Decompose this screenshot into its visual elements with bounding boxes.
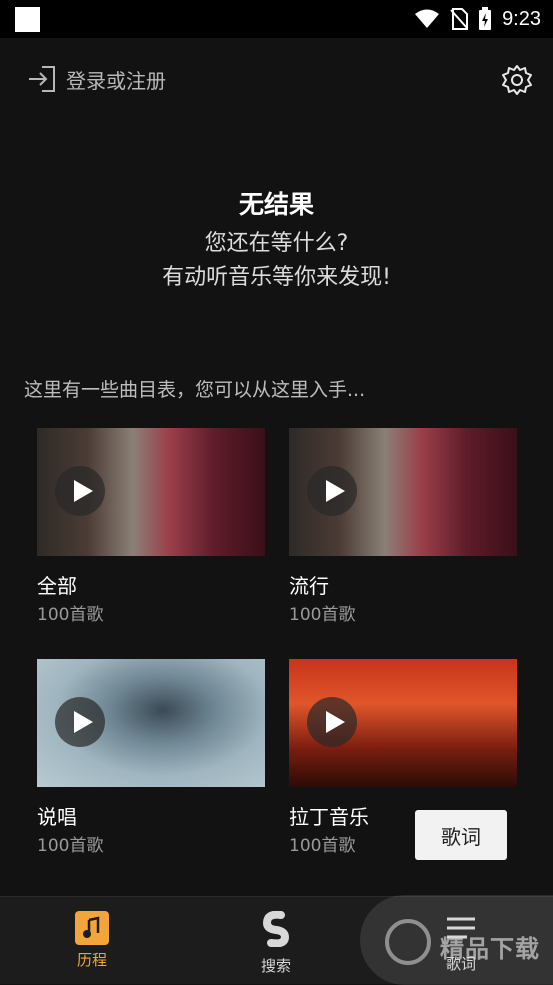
play-icon[interactable]	[307, 697, 357, 747]
play-icon[interactable]	[307, 466, 357, 516]
empty-state: 无结果 您还在等什么? 有动听音乐等你来发现!	[0, 185, 553, 295]
top-bar: 登录或注册	[0, 52, 553, 108]
lyrics-button[interactable]: 歌词	[415, 810, 507, 860]
playlist-count: 100首歌	[37, 605, 104, 625]
login-label: 登录或注册	[66, 68, 166, 93]
playlist-count: 100首歌	[289, 836, 356, 856]
music-note-icon	[75, 911, 109, 945]
tab-history-label: 历程	[76, 951, 107, 969]
lyrics-lines-icon	[447, 917, 475, 939]
bottom-nav: 精品下载 历程 搜索 歌词	[0, 895, 553, 985]
login-icon	[29, 66, 55, 92]
tab-lyrics[interactable]: 歌词	[426, 911, 496, 974]
status-icons: 9:23	[414, 6, 541, 32]
search-s-icon	[262, 910, 290, 948]
clock: 9:23	[502, 7, 541, 30]
battery-icon	[479, 7, 492, 30]
playlist-count: 100首歌	[37, 836, 104, 856]
play-icon[interactable]	[55, 466, 105, 516]
no-sim-icon	[450, 8, 469, 30]
wifi-icon	[415, 9, 440, 28]
tab-lyrics-label: 歌词	[445, 955, 476, 973]
empty-title: 无结果	[238, 190, 314, 219]
playlist-title: 说唱	[37, 805, 77, 829]
tab-search-label: 搜索	[260, 957, 291, 975]
play-icon[interactable]	[55, 697, 105, 747]
status-bar: 9:23	[0, 0, 553, 38]
playlist-title: 拉丁音乐	[289, 805, 369, 829]
tab-search[interactable]: 搜索	[241, 910, 311, 976]
empty-line-2: 有动听音乐等你来发现!	[162, 265, 391, 290]
playlist-cover	[289, 659, 517, 787]
tab-history[interactable]: 历程	[57, 911, 127, 970]
login-button[interactable]: 登录或注册	[26, 64, 166, 94]
settings-gear-icon[interactable]	[501, 64, 533, 96]
empty-line-1: 您还在等什么?	[204, 231, 349, 256]
playlist-count: 100首歌	[289, 605, 356, 625]
playlist-cover	[289, 428, 517, 556]
playlist-title: 全部	[37, 574, 77, 598]
playlist-cover	[37, 659, 265, 787]
playlist-cover	[37, 428, 265, 556]
notification-icon	[15, 7, 40, 32]
section-title: 这里有一些曲目表，您可以从这里入手...	[24, 379, 366, 401]
playlist-title: 流行	[289, 574, 329, 598]
watermark-logo-icon	[385, 919, 431, 965]
